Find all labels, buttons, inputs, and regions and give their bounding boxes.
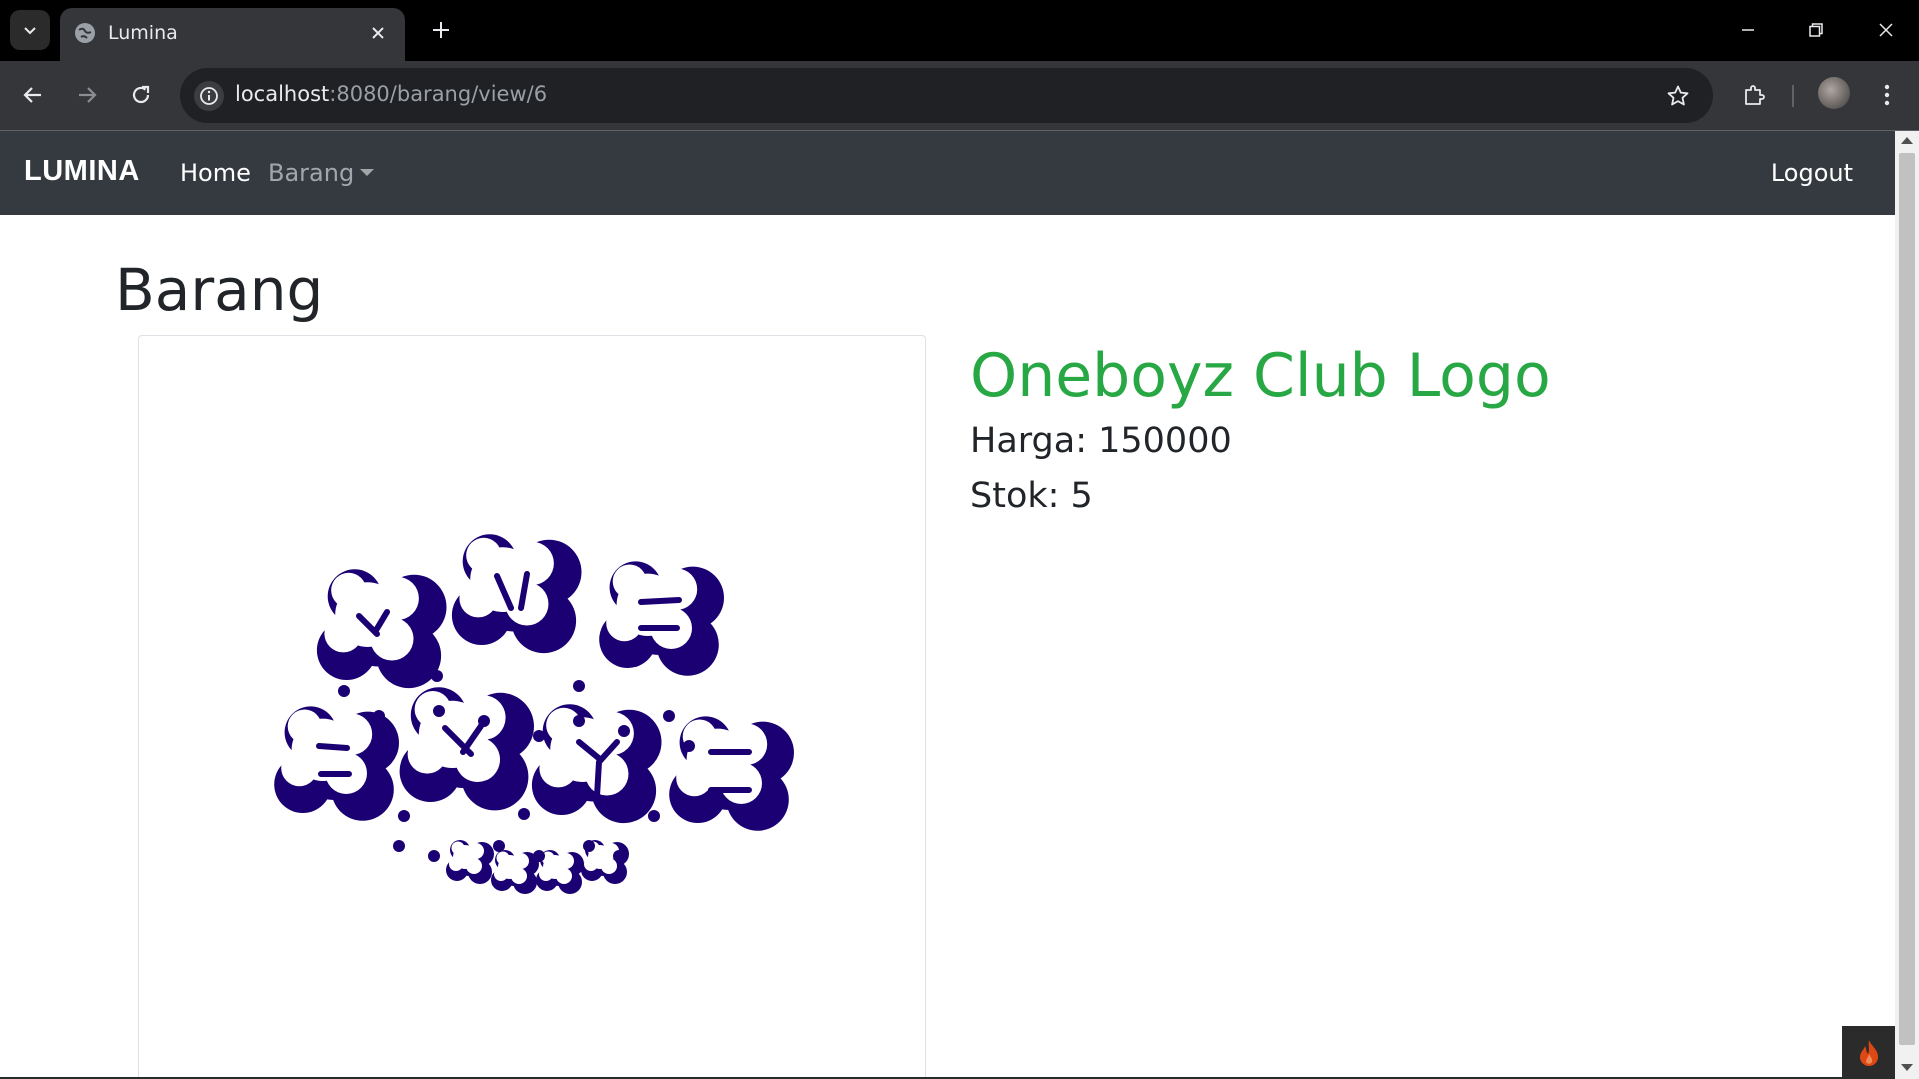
product-name: Oneboyz Club Logo — [970, 341, 1551, 411]
scroll-up-arrow[interactable] — [1901, 137, 1913, 144]
browser-tab[interactable]: Lumina — [60, 8, 405, 61]
new-tab-button[interactable] — [425, 14, 457, 46]
arrow-left-icon — [23, 87, 41, 103]
close-window-button[interactable] — [1866, 12, 1906, 48]
profile-avatar[interactable] — [1818, 77, 1850, 109]
tab-title: Lumina — [108, 22, 178, 44]
product-price: Harga: 150000 — [970, 421, 1232, 461]
chevron-down-icon — [24, 27, 36, 35]
brand-link[interactable]: LUMINA — [24, 155, 140, 188]
minimize-button[interactable] — [1728, 12, 1768, 48]
caret-down-icon — [360, 168, 375, 176]
bookmark-button[interactable] — [1663, 81, 1693, 111]
url-path: :8080/barang/view/6 — [329, 82, 548, 106]
star-icon — [1667, 85, 1689, 106]
puzzle-icon — [1745, 85, 1765, 105]
nav-barang-dropdown[interactable]: Barang — [268, 159, 375, 187]
scroll-down-arrow[interactable] — [1901, 1064, 1913, 1071]
back-button[interactable] — [16, 78, 50, 112]
extensions-button[interactable] — [1737, 78, 1771, 112]
web-page: LUMINA Home Barang Logout Barang Oneboyz… — [0, 131, 1895, 1079]
tab-list-button[interactable] — [10, 10, 50, 50]
logout-link[interactable]: Logout — [1771, 159, 1853, 187]
minimize-icon — [1742, 29, 1754, 31]
flame-icon — [1859, 1039, 1878, 1066]
page-title: Barang — [115, 256, 324, 324]
browser-tabbar: Lumina — [0, 0, 1919, 61]
nav-home-link[interactable]: Home — [180, 159, 251, 187]
product-image-card — [138, 335, 926, 1079]
arrow-right-icon — [79, 87, 97, 103]
address-bar[interactable]: localhost:8080/barang/view/6 — [180, 68, 1713, 123]
close-icon — [1879, 23, 1893, 37]
site-info-button[interactable] — [194, 81, 224, 111]
site-navbar: LUMINA Home Barang Logout — [0, 131, 1895, 215]
globe-icon — [75, 23, 95, 43]
kebab-menu-icon — [1884, 84, 1890, 106]
browser-toolbar: localhost:8080/barang/view/6 — [0, 61, 1919, 131]
restore-icon — [1809, 23, 1823, 37]
plus-icon — [433, 22, 449, 38]
browser-menu-button[interactable] — [1870, 78, 1904, 112]
product-image — [274, 534, 794, 894]
close-icon — [372, 27, 384, 39]
debug-toolbar-button[interactable] — [1842, 1026, 1895, 1079]
close-tab-button[interactable] — [365, 20, 391, 46]
nav-barang-label: Barang — [268, 159, 355, 187]
page-scrollbar[interactable] — [1895, 131, 1919, 1079]
toolbar-divider — [1792, 85, 1794, 107]
product-stock: Stok: 5 — [970, 476, 1093, 516]
reload-button[interactable] — [124, 78, 158, 112]
scroll-thumb[interactable] — [1899, 153, 1915, 1045]
url-host: localhost — [235, 82, 330, 106]
reload-icon — [132, 85, 150, 104]
info-icon — [200, 87, 218, 105]
restore-button[interactable] — [1796, 12, 1836, 48]
url-text: localhost:8080/barang/view/6 — [235, 82, 547, 106]
forward-button[interactable] — [70, 78, 104, 112]
